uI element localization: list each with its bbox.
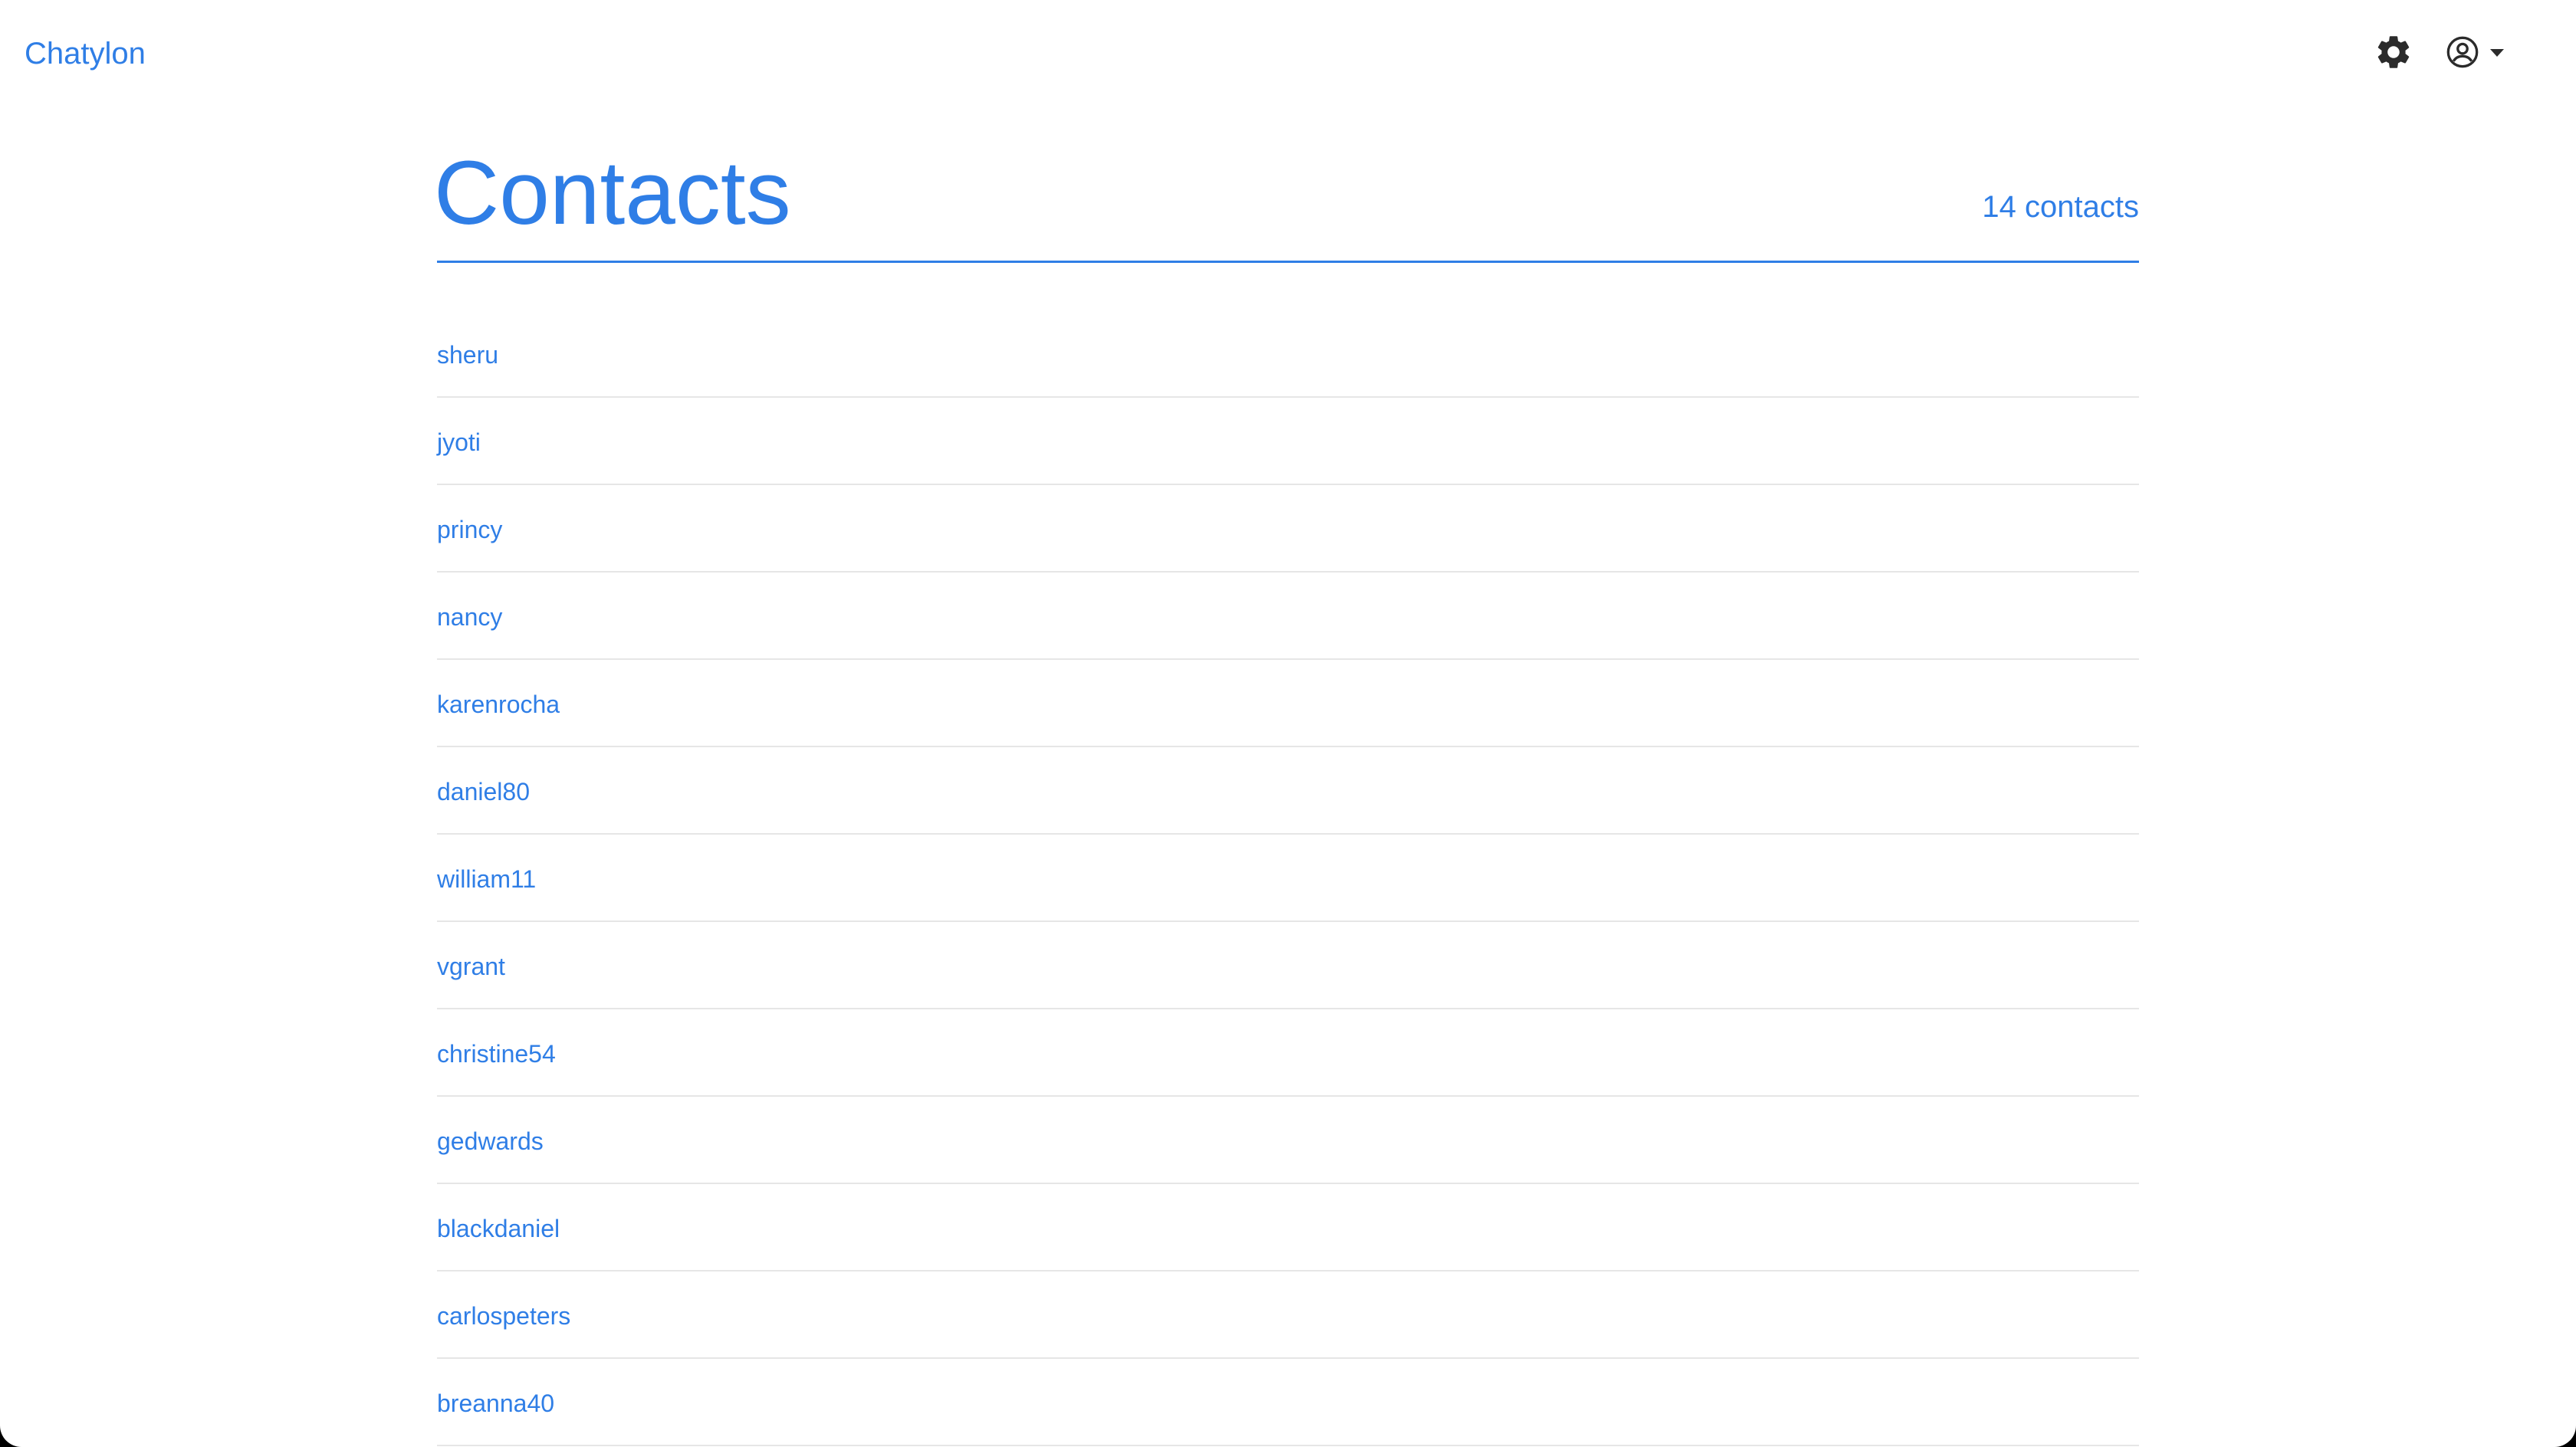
gear-icon [2377, 36, 2410, 68]
page-title: Contacts [434, 143, 791, 244]
list-item: william11 [437, 835, 2139, 922]
list-item: gedwards [437, 1097, 2139, 1184]
page-header: Contacts 14 contacts [434, 130, 2139, 263]
contact-list: sheru jyoti princy nancy karenrocha dani… [437, 310, 2139, 1446]
list-item: jyoti [437, 398, 2139, 485]
navbar: Chatylon [0, 0, 2576, 107]
account-menu-button[interactable] [2446, 32, 2509, 72]
contact-link[interactable]: daniel80 [437, 776, 530, 807]
contact-link[interactable]: karenrocha [437, 689, 560, 720]
list-item: nancy [437, 573, 2139, 660]
brand-link[interactable]: Chatylon [25, 34, 146, 74]
contact-link[interactable]: blackdaniel [437, 1213, 560, 1244]
contact-link[interactable]: christine54 [437, 1038, 556, 1069]
list-item: karenrocha [437, 660, 2139, 747]
list-item: breanna40 [437, 1359, 2139, 1446]
list-item: daniel80 [437, 747, 2139, 835]
list-item: carlospeters [437, 1271, 2139, 1359]
contact-link[interactable]: princy [437, 514, 502, 545]
list-item: vgrant [437, 922, 2139, 1009]
contact-count: 14 contacts [1982, 190, 2139, 224]
contact-link[interactable]: nancy [437, 602, 502, 632]
contact-link[interactable]: breanna40 [437, 1388, 554, 1419]
contact-link[interactable]: sheru [437, 340, 498, 370]
list-item: sheru [437, 310, 2139, 398]
list-item: princy [437, 485, 2139, 573]
contact-link[interactable]: gedwards [437, 1126, 544, 1157]
contact-link[interactable]: william11 [437, 864, 536, 894]
contact-link[interactable]: vgrant [437, 951, 505, 982]
contact-link[interactable]: carlospeters [437, 1301, 570, 1331]
settings-button[interactable] [2374, 32, 2413, 72]
user-circle-icon [2446, 36, 2479, 68]
contact-link[interactable]: jyoti [437, 427, 481, 458]
list-item: blackdaniel [437, 1184, 2139, 1271]
app-window: Chatylon Contacts 14 contacts sheru jyot… [0, 0, 2576, 1447]
caret-down-icon [2490, 49, 2504, 57]
list-item: christine54 [437, 1009, 2139, 1097]
